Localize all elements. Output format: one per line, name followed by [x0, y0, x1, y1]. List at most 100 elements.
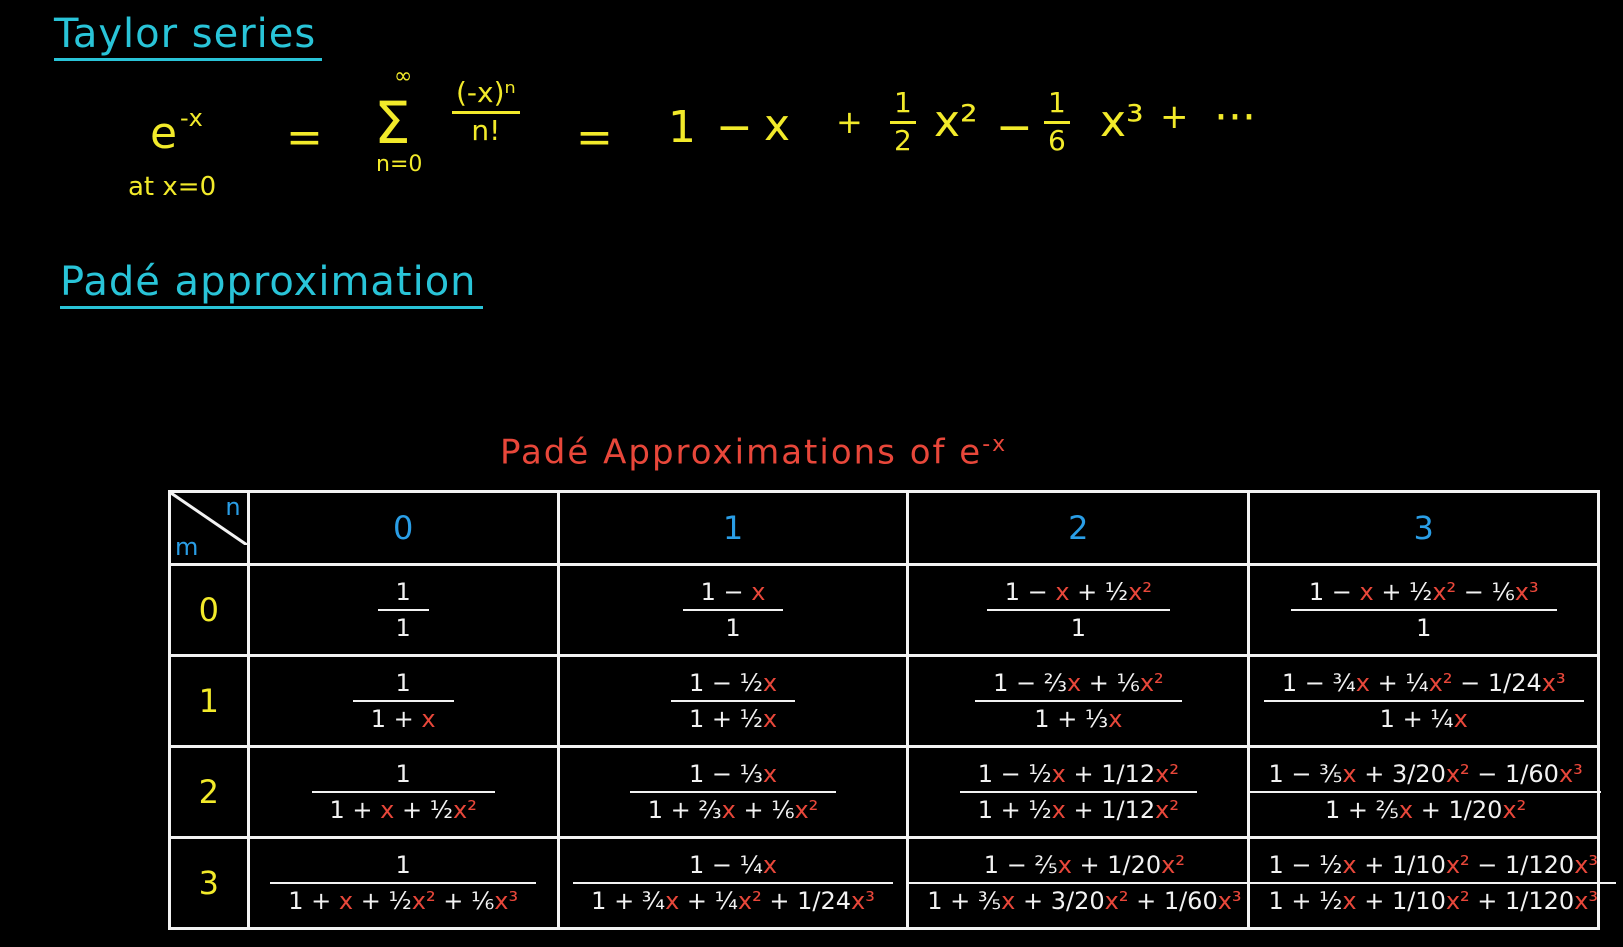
coefficient-denominator: 2	[894, 123, 912, 157]
term-quadratic-coefficient: 1 2	[890, 87, 916, 157]
variable-x: x	[1055, 577, 1070, 606]
row-header: 0	[168, 562, 250, 657]
pade-fraction: 1 − ½x + 1/12x² 1 + ½x + 1/12x²	[959, 759, 1197, 825]
variable-x: x	[762, 668, 778, 697]
variable-x: x	[1001, 886, 1016, 915]
fraction-bar	[1290, 608, 1557, 611]
term-linear: x	[764, 100, 791, 151]
variable-x: x²	[1445, 759, 1470, 788]
variable-x: x²	[1139, 668, 1164, 697]
variable-x: x²	[1502, 795, 1527, 824]
term-cubic-coefficient: 1 6	[1044, 87, 1070, 157]
pade-numerator: 1 − ⅖x + 1/20x²	[983, 850, 1185, 879]
pade-numerator: 1 − ½x + 1/12x²	[977, 759, 1179, 788]
pade-denominator: 1	[725, 613, 741, 642]
pade-denominator: 1	[395, 613, 411, 642]
variable-x: x	[1359, 577, 1374, 606]
table-row: 0111 − x11 − x + ½x² 1 1 − x + ½x² − ⅙x³ 1	[168, 562, 1600, 657]
sum-term-denominator: n!	[471, 113, 501, 147]
fraction-bar	[629, 790, 837, 793]
fraction-bar	[1250, 881, 1617, 884]
pade-fraction: 1 1 + x + ½x²	[311, 759, 495, 825]
pade-numerator: 1 − ⅓x	[688, 759, 778, 788]
variable-x: x	[1108, 704, 1123, 733]
sum-upper-limit: ∞	[394, 64, 413, 89]
variable-x: x	[1051, 759, 1066, 788]
variable-x: x	[1342, 759, 1357, 788]
table-title-text: Padé Approximations of e	[500, 432, 983, 473]
variable-x: x	[762, 850, 778, 879]
variable-x: x	[380, 795, 395, 824]
table-title-exponent: -x	[982, 432, 1008, 457]
pade-fraction: 1 − ⅖x + 1/20x² 1 + ⅗x + 3/20x² + 1/60x³	[909, 850, 1260, 916]
pade-denominator: 1 + ⅔x + ⅙x²	[647, 795, 819, 824]
variable-x: x	[721, 795, 736, 824]
variable-x: x³	[1558, 759, 1583, 788]
fraction-bar	[1263, 699, 1584, 702]
variable-x: x²	[1104, 886, 1129, 915]
pade-cell: 1 − ¼x 1 + ¾x + ¼x² + 1/24x³	[556, 835, 910, 931]
pade-denominator: 1 + x + ½x² + ⅙x³	[288, 886, 519, 915]
pade-numerator: 1 − ⅔x + ⅙x²	[993, 668, 1164, 697]
variable-x: x²	[453, 795, 477, 824]
term-quadratic-variable: x²	[934, 96, 978, 147]
column-header: 1	[556, 490, 910, 566]
pade-cell: 1 − ¾x + ¼x² − 1/24x³ 1 + ¼x	[1247, 653, 1600, 748]
sum-lower-limit: n=0	[376, 152, 423, 177]
pade-cell: 1 − ⅓x 1 + ⅔x + ⅙x²	[556, 744, 910, 839]
pade-cell: 1 1 + x + ½x² + ⅙x³	[246, 835, 560, 931]
table-row: 3 1 1 + x + ½x² + ⅙x³ 1 − ¼x 1 + ¾x + ¼x² + …	[168, 835, 1617, 931]
fraction-bar	[352, 699, 454, 702]
pade-denominator: 1 + ½x + 1/10x² + 1/120x³	[1268, 886, 1599, 915]
pade-cell: 1 − ½x + 1/10x² − 1/120x³ 1 + ½x + 1/10x²…	[1247, 835, 1617, 931]
pade-numerator: 1 − ½x	[688, 668, 778, 697]
fraction-bar	[986, 608, 1171, 611]
variable-x: x²	[737, 886, 762, 915]
variable-x: x³	[1217, 886, 1242, 915]
pade-numerator: 1 − ¾x + ¼x² − 1/24x³	[1281, 668, 1566, 697]
variable-x: x	[1057, 850, 1072, 879]
variable-x: x²	[1161, 850, 1185, 879]
fraction-bar	[311, 790, 495, 793]
column-header: 3	[1247, 490, 1600, 566]
variable-x: x	[421, 704, 436, 733]
variable-x: x³	[1541, 668, 1566, 697]
variable-x: x³	[851, 886, 875, 915]
pade-denominator: 1 + ½x + 1/12x²	[977, 795, 1179, 824]
pade-fraction: 1 − ⅔x + ⅙x² 1 + ⅓x	[975, 668, 1182, 734]
variable-x: x	[1342, 886, 1357, 915]
operator-plus-2: +	[1160, 97, 1189, 137]
pade-fraction: 1 − ½x 1 + ½x	[670, 668, 796, 734]
variable-x: x	[762, 704, 778, 733]
pade-denominator: 1 + ⅗x + 3/20x² + 1/60x³	[927, 886, 1242, 915]
pade-cell: 1 1 + x + ½x²	[246, 744, 560, 839]
row-header: 3	[168, 835, 250, 931]
variable-x: x³	[494, 886, 519, 915]
pade-fraction: 1 − ¼x 1 + ¾x + ¼x² + 1/24x³	[573, 850, 893, 916]
variable-x: x	[1453, 704, 1468, 733]
variable-x: x²	[1155, 795, 1179, 824]
pade-denominator: 1 + ¼x	[1379, 704, 1468, 733]
variable-x: x²	[411, 886, 436, 915]
pade-cell: 1 − ⅔x + ⅙x² 1 + ⅓x	[906, 653, 1251, 748]
sum-term-numerator: (-x)ⁿ	[456, 76, 516, 109]
fraction-bar	[682, 608, 784, 611]
variable-x: x²	[1155, 759, 1179, 788]
pade-fraction: 1 − ⅗x + 3/20x² − 1/60x³ 1 + ⅖x + 1/20x²	[1250, 759, 1601, 825]
variable-x: x	[751, 577, 766, 606]
fraction-bar	[975, 699, 1182, 702]
pade-numerator: 1	[395, 759, 411, 788]
pade-numerator: 1	[395, 850, 411, 879]
pade-table: n m 0 1 2 3 0111 − x11 − x + ½x² 1 1 − x +…	[168, 490, 1617, 931]
row-header: 2	[168, 744, 250, 839]
corner-n-label: n	[225, 493, 241, 521]
pade-fraction: 1 1 + x + ½x² + ⅙x³	[270, 850, 537, 916]
equals-sign-1: =	[286, 112, 323, 163]
variable-x: x²	[1428, 668, 1453, 697]
table-title: Padé Approximations of e-x	[500, 432, 1007, 472]
ellipsis: ···	[1214, 92, 1256, 143]
table-body: 0111 − x11 − x + ½x² 1 1 − x + ½x² − ⅙x³ 1 1…	[168, 562, 1617, 931]
variable-x: x	[1066, 668, 1082, 697]
operator-plus-1: +	[836, 103, 863, 141]
fraction-bar	[573, 881, 893, 884]
